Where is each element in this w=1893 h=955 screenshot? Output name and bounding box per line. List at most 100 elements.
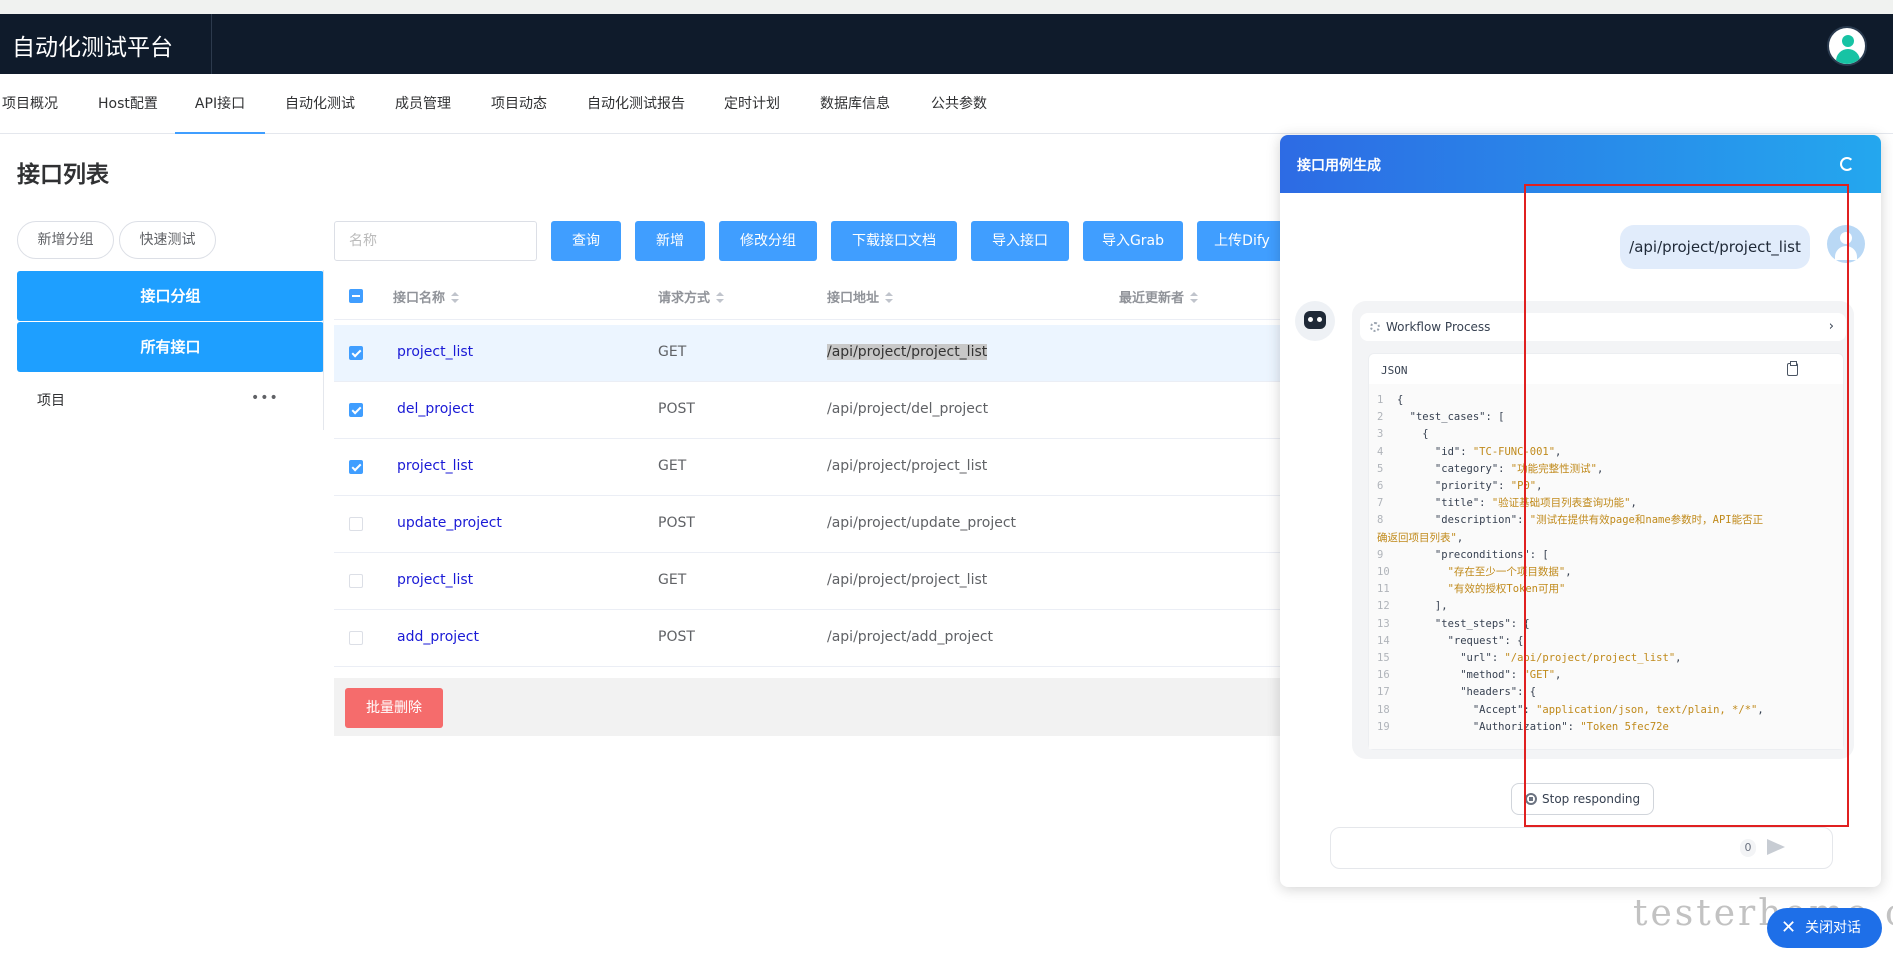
user-avatar-icon[interactable] [1827, 26, 1867, 66]
line-number: 3 [1377, 428, 1384, 441]
table-row[interactable]: del_project POST /api/project/del_projec… [334, 382, 1282, 439]
table-footer [334, 678, 1282, 736]
api-url: /api/project/project_list [827, 572, 988, 588]
api-method: GET [658, 572, 687, 588]
more-icon[interactable]: ••• [251, 390, 279, 406]
search-input[interactable] [334, 221, 537, 261]
page-title: 接口列表 [17, 162, 109, 188]
modify-group-button[interactable]: 修改分组 [719, 221, 817, 261]
api-name-link[interactable]: del_project [397, 401, 474, 417]
line-number: 7 [1377, 497, 1384, 510]
tree-item-project[interactable]: 项目 [37, 390, 65, 410]
tab-test-report[interactable]: 自动化测试报告 [587, 74, 685, 134]
code-token: , [1456, 531, 1464, 544]
tab-schedule[interactable]: 定时计划 [724, 74, 780, 134]
chat-input[interactable]: 0 [1330, 827, 1833, 869]
tab-project-activity[interactable]: 项目动态 [491, 74, 547, 134]
api-method: POST [658, 401, 695, 417]
api-method: POST [658, 629, 695, 645]
import-grab-button[interactable]: 导入Grab [1083, 221, 1183, 261]
app-title: 自动化测试平台 [12, 35, 173, 61]
api-url: /api/project/project_list [827, 344, 988, 360]
code-token: "test_cases": [ [1397, 411, 1505, 424]
line-number: 6 [1377, 480, 1384, 493]
add-button[interactable]: 新增 [635, 221, 705, 261]
row-checkbox[interactable] [349, 403, 363, 417]
import-api-button[interactable]: 导入接口 [971, 221, 1069, 261]
code-token: "headers": { [1397, 686, 1537, 699]
char-counter: 0 [1740, 839, 1756, 857]
line-number: 14 [1377, 634, 1390, 647]
close-chat-button[interactable]: ✕ 关闭对话 [1767, 908, 1882, 948]
table-row[interactable]: project_list GET /api/project/project_li… [334, 553, 1282, 610]
row-checkbox[interactable] [349, 346, 363, 360]
table-row[interactable]: add_project POST /api/project/add_projec… [334, 610, 1282, 667]
tab-api[interactable]: API接口 [175, 74, 265, 134]
line-number: 1 [1377, 394, 1384, 406]
workflow-label: Workflow Process [1386, 320, 1491, 334]
tab-auto-test[interactable]: 自动化测试 [285, 74, 355, 134]
code-token: ], [1397, 600, 1448, 613]
api-name-link[interactable]: add_project [397, 629, 479, 645]
line-number: 2 [1377, 411, 1384, 424]
tab-project-overview[interactable]: 项目概况 [2, 74, 58, 134]
tab-database[interactable]: 数据库信息 [820, 74, 890, 134]
refresh-icon[interactable] [1840, 157, 1854, 171]
row-checkbox[interactable] [349, 460, 363, 474]
download-doc-button[interactable]: 下载接口文档 [831, 221, 957, 261]
annotation-highlight-box [1524, 184, 1849, 827]
code-token: { [1397, 428, 1429, 441]
all-apis-item[interactable]: 所有接口 [17, 322, 324, 372]
line-number: 10 [1377, 566, 1390, 579]
send-icon[interactable] [1767, 839, 1785, 855]
line-number: 5 [1377, 462, 1384, 475]
upload-dify-button[interactable]: 上传Dify [1197, 221, 1287, 261]
api-method: POST [658, 515, 695, 531]
line-number: 13 [1377, 617, 1390, 630]
column-header[interactable]: 接口名称 [393, 287, 460, 306]
sidebar-divider [323, 270, 324, 430]
app-header: 自动化测试平台 [0, 14, 1893, 74]
bot-avatar-icon [1295, 301, 1335, 341]
api-url: /api/project/del_project [827, 401, 989, 417]
batch-delete-button[interactable]: 批量删除 [345, 688, 443, 728]
tab-host-config[interactable]: Host配置 [98, 74, 158, 134]
line-number: 16 [1377, 669, 1390, 682]
api-url: /api/project/add_project [827, 629, 994, 645]
group-header[interactable]: 接口分组 [17, 271, 324, 321]
workflow-icon [1370, 322, 1380, 332]
code-token: "test_steps": { [1397, 617, 1530, 630]
browser-top-strip [0, 0, 1893, 14]
select-all-checkbox[interactable] [349, 289, 363, 303]
add-group-button[interactable]: 新增分组 [17, 221, 114, 259]
quick-test-button[interactable]: 快速测试 [119, 221, 216, 259]
query-button[interactable]: 查询 [551, 221, 621, 261]
api-name-link[interactable]: update_project [397, 515, 502, 531]
code-token: "request": { [1397, 634, 1524, 647]
column-header[interactable]: 接口地址 [827, 287, 894, 306]
api-name-link[interactable]: project_list [397, 344, 473, 360]
tab-members[interactable]: 成员管理 [395, 74, 451, 134]
column-header[interactable]: 最近更新者 [1119, 287, 1199, 306]
line-number: 19 [1377, 720, 1390, 733]
table-row[interactable]: update_project POST /api/project/update_… [334, 496, 1282, 553]
project-tabs: 项目概况 Host配置 API接口 自动化测试 成员管理 项目动态 自动化测试报… [0, 74, 1893, 134]
tab-public-params[interactable]: 公共参数 [931, 74, 987, 134]
api-method: GET [658, 458, 687, 474]
row-checkbox[interactable] [349, 631, 363, 645]
code-token: "description": [1397, 514, 1530, 527]
api-url: /api/project/update_project [827, 515, 1017, 531]
row-checkbox[interactable] [349, 574, 363, 588]
column-header[interactable]: 请求方式 [658, 287, 725, 306]
table-row[interactable]: project_list GET /api/project/project_li… [334, 325, 1282, 382]
api-name-link[interactable]: project_list [397, 458, 473, 474]
api-name-link[interactable]: project_list [397, 572, 473, 588]
line-number: 15 [1377, 652, 1390, 665]
row-checkbox[interactable] [349, 517, 363, 531]
line-number: 18 [1377, 703, 1390, 716]
table-row[interactable]: project_list GET /api/project/project_li… [334, 439, 1282, 496]
code-token: "Accept": [1397, 703, 1537, 716]
api-method: GET [658, 344, 687, 360]
code-token: "category": [1397, 462, 1511, 475]
